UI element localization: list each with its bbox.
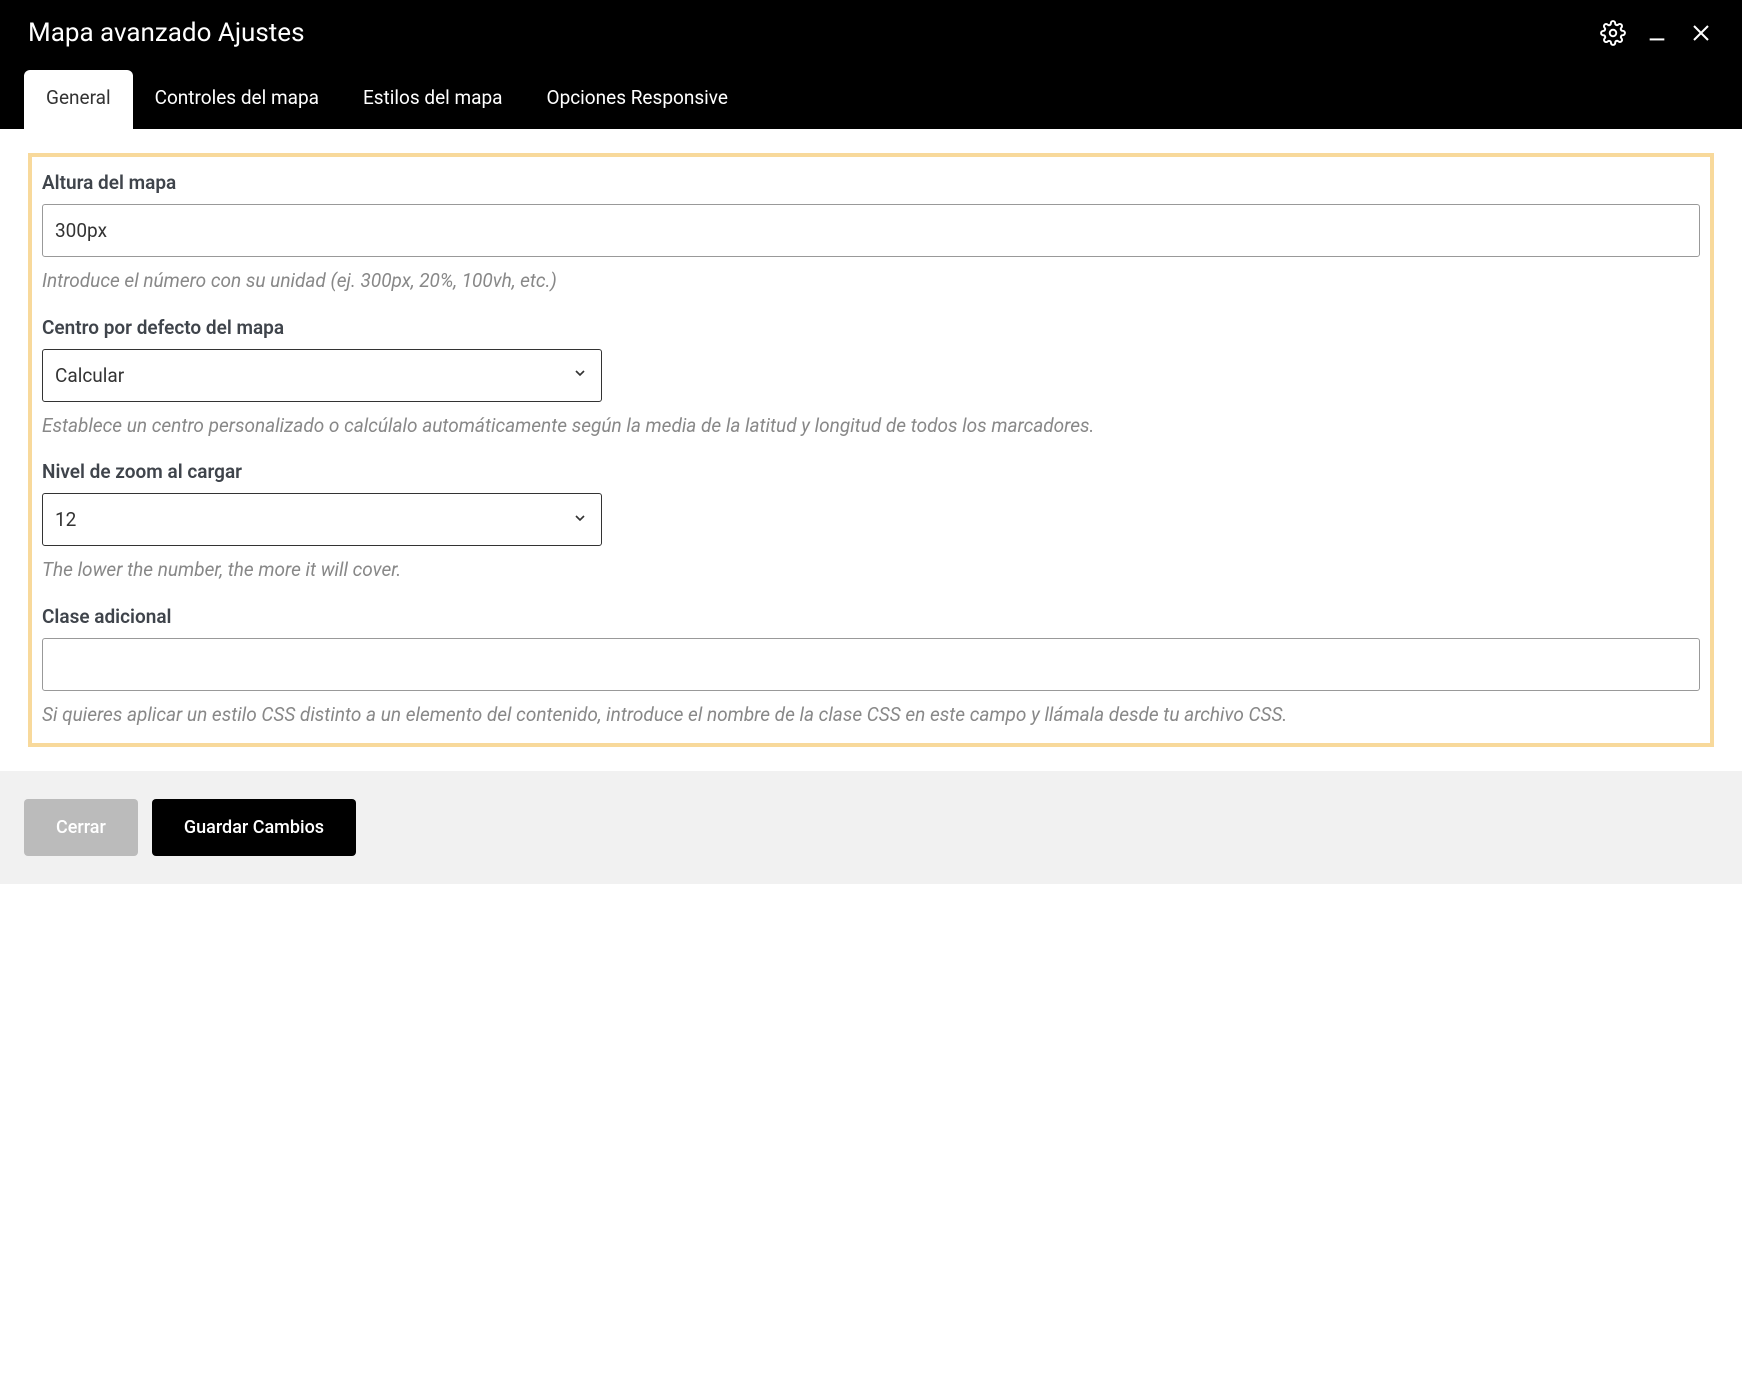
additional-class-label: Clase adicional bbox=[42, 605, 1700, 628]
zoom-level-select-wrapper: 12 bbox=[42, 493, 602, 546]
additional-class-input[interactable] bbox=[42, 638, 1700, 691]
modal-body: Altura del mapa Introduce el número con … bbox=[0, 129, 1742, 771]
form-group-map-center: Centro por defecto del mapa Calcular Est… bbox=[42, 316, 1700, 441]
additional-class-help: Si quieres aplicar un estilo CSS distint… bbox=[42, 701, 1700, 730]
map-height-help: Introduce el número con su unidad (ej. 3… bbox=[42, 267, 1700, 296]
tab-controles-del-mapa[interactable]: Controles del mapa bbox=[133, 70, 341, 129]
close-icon[interactable] bbox=[1688, 20, 1714, 46]
tab-general[interactable]: General bbox=[24, 70, 133, 129]
tabs: General Controles del mapa Estilos del m… bbox=[0, 48, 1742, 129]
modal-title-row: Mapa avanzado Ajustes bbox=[0, 0, 1742, 48]
modal-header: Mapa avanzado Ajustes General bbox=[0, 0, 1742, 129]
form-group-additional-class: Clase adicional Si quieres aplicar un es… bbox=[42, 605, 1700, 730]
map-center-label: Centro por defecto del mapa bbox=[42, 316, 1700, 339]
gear-icon[interactable] bbox=[1600, 20, 1626, 46]
zoom-level-select[interactable]: 12 bbox=[42, 493, 602, 546]
form-group-zoom-level: Nivel de zoom al cargar 12 The lower the… bbox=[42, 460, 1700, 585]
zoom-level-label: Nivel de zoom al cargar bbox=[42, 460, 1700, 483]
modal-title: Mapa avanzado Ajustes bbox=[28, 18, 305, 48]
close-button[interactable]: Cerrar bbox=[24, 799, 138, 856]
form-group-map-height: Altura del mapa Introduce el número con … bbox=[42, 171, 1700, 296]
save-button[interactable]: Guardar Cambios bbox=[152, 799, 356, 856]
map-center-select-wrapper: Calcular bbox=[42, 349, 602, 402]
tab-estilos-del-mapa[interactable]: Estilos del mapa bbox=[341, 70, 525, 129]
form-container: Altura del mapa Introduce el número con … bbox=[28, 153, 1714, 747]
modal-footer: Cerrar Guardar Cambios bbox=[0, 771, 1742, 884]
zoom-level-help: The lower the number, the more it will c… bbox=[42, 556, 1700, 585]
map-center-select[interactable]: Calcular bbox=[42, 349, 602, 402]
tab-opciones-responsive[interactable]: Opciones Responsive bbox=[525, 70, 750, 129]
map-height-label: Altura del mapa bbox=[42, 171, 1700, 194]
map-height-input[interactable] bbox=[42, 204, 1700, 257]
map-center-help: Establece un centro personalizado o calc… bbox=[42, 412, 1700, 441]
minimize-icon[interactable] bbox=[1644, 20, 1670, 46]
header-icons bbox=[1600, 20, 1714, 46]
